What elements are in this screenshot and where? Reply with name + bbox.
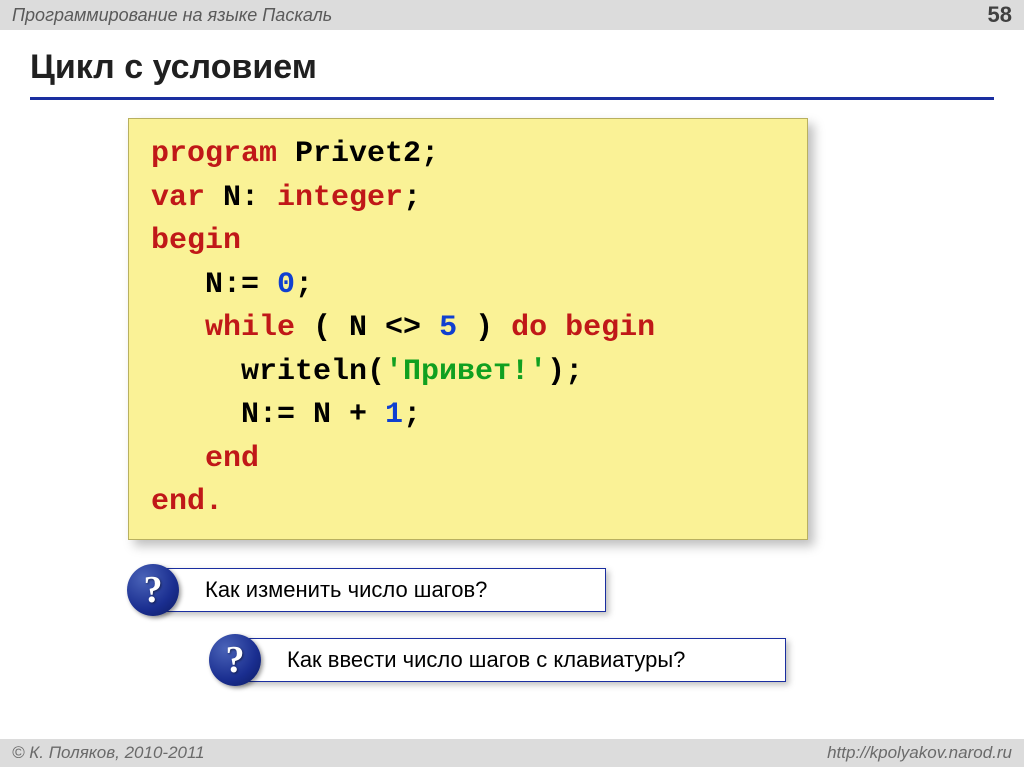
code-text: );: [547, 355, 583, 389]
footer-bar: © К. Поляков, 2010-2011 http://kpolyakov…: [0, 739, 1024, 767]
question-mark-icon: ?: [127, 564, 179, 616]
code-text: N:=: [151, 268, 277, 302]
code-kw: while: [151, 311, 295, 345]
question-box-1: ? Как изменить число шагов?: [148, 568, 606, 612]
code-text: N:= N +: [151, 398, 385, 432]
code-kw: var: [151, 181, 205, 215]
footer-copyright: © К. Поляков, 2010-2011: [12, 743, 205, 763]
page-number: 58: [988, 2, 1012, 28]
content-area: program Privet2; var N: integer; begin N…: [0, 100, 1024, 682]
code-text: ;: [295, 268, 313, 302]
code-text: ;: [403, 398, 421, 432]
slide-title: Цикл с условием: [30, 48, 994, 87]
code-num: 5: [439, 311, 457, 345]
header-subject: Программирование на языке Паскаль: [12, 5, 332, 26]
code-text: ): [457, 311, 511, 345]
question-text-1: Как изменить число шагов?: [205, 577, 487, 602]
code-text: Privet2;: [277, 137, 439, 171]
code-text: ;: [403, 181, 421, 215]
code-kw: end: [151, 442, 259, 476]
code-text: ( N <>: [295, 311, 439, 345]
code-num: 1: [385, 398, 403, 432]
code-kw: end.: [151, 485, 223, 519]
footer-url: http://kpolyakov.narod.ru: [827, 743, 1012, 763]
question-box-2: ? Как ввести число шагов с клавиатуры?: [230, 638, 786, 682]
code-num: 0: [277, 268, 295, 302]
header-bar: Программирование на языке Паскаль 58: [0, 0, 1024, 30]
code-string: 'Привет!': [385, 355, 547, 389]
code-text: writeln(: [151, 355, 385, 389]
code-text: N:: [205, 181, 277, 215]
code-kw: do begin: [511, 311, 655, 345]
question-text-2: Как ввести число шагов с клавиатуры?: [287, 647, 685, 672]
code-block: program Privet2; var N: integer; begin N…: [128, 118, 808, 540]
code-kw: program: [151, 137, 277, 171]
code-kw: begin: [151, 224, 241, 258]
question-mark-icon: ?: [209, 634, 261, 686]
code-kw: integer: [277, 181, 403, 215]
